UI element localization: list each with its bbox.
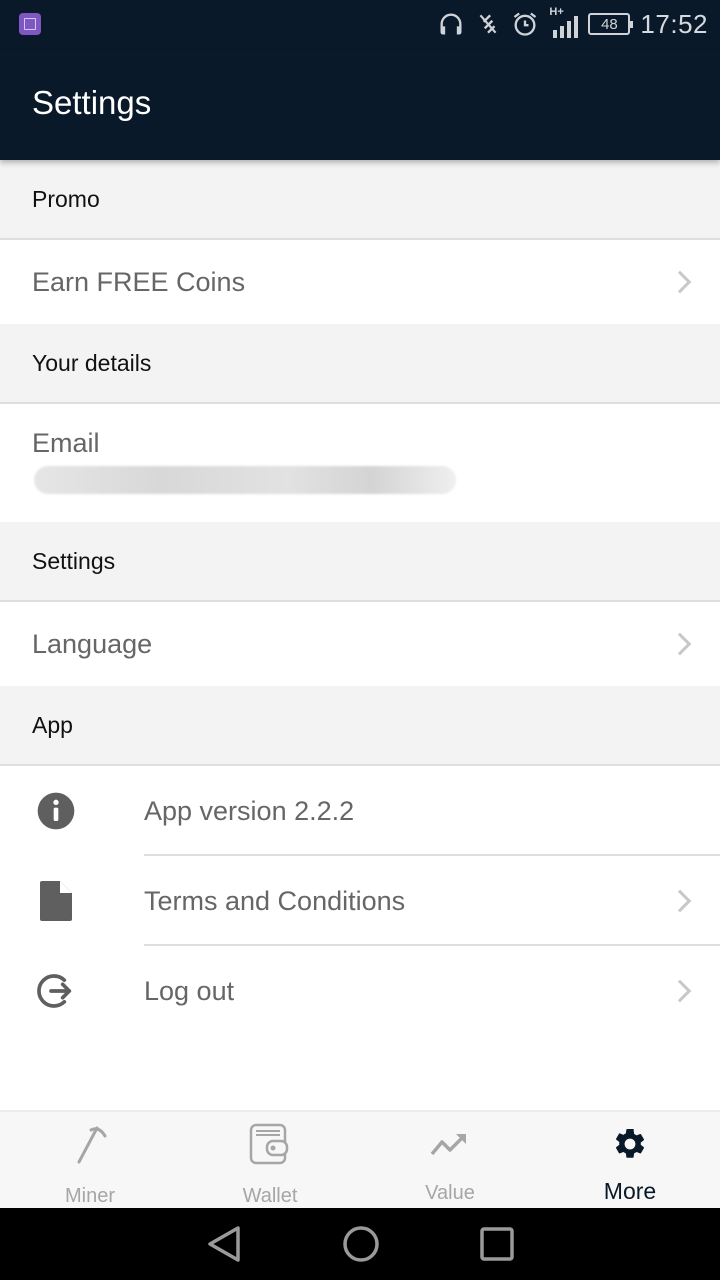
nav-label-more: More [603, 1178, 657, 1204]
home-icon[interactable] [342, 1225, 380, 1263]
nav-label-value: Value [425, 1182, 475, 1204]
system-navigation-bar [0, 1208, 720, 1280]
nav-tab-value[interactable]: Value [360, 1112, 540, 1208]
info-icon [36, 791, 76, 831]
language-item[interactable]: Language [0, 602, 720, 686]
email-item: Email [0, 404, 720, 522]
headphones-icon [440, 13, 462, 35]
bottom-navigation: Miner Wallet Value More [0, 1110, 720, 1208]
email-label: Email [32, 428, 100, 458]
alarm-icon [514, 12, 537, 36]
recents-icon[interactable] [480, 1227, 514, 1261]
pickaxe-icon [73, 1122, 107, 1165]
document-icon [36, 881, 76, 921]
earn-free-coins-label: Earn FREE Coins [32, 266, 246, 297]
email-value-redacted [34, 466, 456, 494]
terms-and-conditions-item[interactable]: Terms and Conditions [0, 856, 720, 946]
app-version-item: App version 2.2.2 [0, 766, 720, 856]
clock: 17:52 [640, 8, 708, 39]
page-title: Settings [32, 84, 152, 121]
battery-level: 48 [601, 15, 618, 33]
section-header-settings: Settings [0, 522, 720, 602]
back-icon[interactable] [206, 1224, 242, 1264]
app-version-label: App version 2.2.2 [144, 795, 355, 826]
vibrate-off-icon [480, 14, 497, 34]
nav-tab-more[interactable]: More [540, 1112, 720, 1208]
chevron-right-icon [668, 979, 692, 1003]
nav-label-wallet: Wallet [242, 1185, 298, 1207]
earn-free-coins-item[interactable]: Earn FREE Coins [0, 240, 720, 324]
log-out-item[interactable]: Log out [0, 946, 720, 1036]
settings-list: Promo Earn FREE Coins Your details Email… [0, 160, 720, 1036]
battery-icon: 48 [588, 13, 634, 35]
wallet-icon [249, 1122, 291, 1165]
log-out-label: Log out [144, 975, 235, 1006]
terms-and-conditions-label: Terms and Conditions [144, 885, 406, 916]
nav-tab-miner[interactable]: Miner [0, 1112, 180, 1208]
status-bar: H+ 48 17:52 [0, 0, 720, 50]
chevron-right-icon [668, 632, 692, 656]
app-notification-icon [19, 13, 41, 35]
logout-icon [36, 971, 76, 1011]
network-type: H+ [549, 6, 564, 18]
signal-icon: H+ [549, 6, 579, 38]
nav-label-miner: Miner [64, 1185, 115, 1207]
section-header-your-details: Your details [0, 324, 720, 404]
language-label: Language [32, 628, 153, 659]
app-bar: Settings [0, 50, 720, 160]
section-header-promo: Promo [0, 160, 720, 240]
chevron-right-icon [668, 270, 692, 294]
trending-up-icon [430, 1122, 470, 1166]
nav-tab-wallet[interactable]: Wallet [180, 1112, 360, 1208]
section-header-app: App [0, 686, 720, 766]
gear-icon [612, 1122, 648, 1166]
chevron-right-icon [668, 889, 692, 913]
